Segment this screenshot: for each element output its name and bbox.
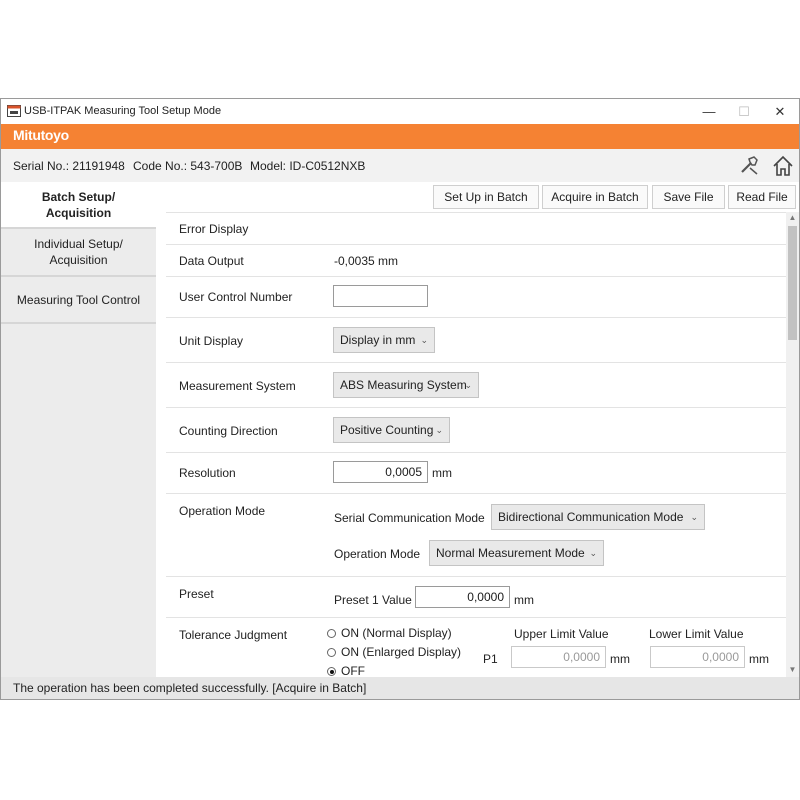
operation-mode-select[interactable]: Normal Measurement Mode ⌄ [429, 540, 604, 566]
read-file-button[interactable]: Read File [728, 185, 796, 209]
app-icon [7, 105, 21, 117]
operation-mode-row: Operation Mode Serial Communication Mode… [166, 493, 786, 577]
operation-mode-value: Normal Measurement Mode [436, 546, 585, 560]
sidebar-item-label: Acquisition [45, 205, 112, 220]
lower-limit-unit: mm [749, 652, 769, 666]
tolerance-option-label: ON (Normal Display) [341, 626, 452, 640]
window-title: USB-ITPAK Measuring Tool Setup Mode [24, 105, 222, 117]
brand-bar: Mitutoyo [1, 124, 799, 149]
user-control-number-row: User Control Number [166, 276, 786, 318]
set-up-in-batch-button[interactable]: Set Up in Batch [433, 185, 539, 209]
device-info-bar: Serial No.: 21191948 Code No.: 543-700B … [1, 149, 799, 182]
operation-mode-sub-label: Operation Mode [334, 547, 421, 561]
unit-display-value: Display in mm [340, 333, 416, 347]
upper-limit-input[interactable]: 0,0000 [511, 646, 606, 668]
unit-display-label: Unit Display [179, 334, 244, 348]
p1-label: P1 [483, 652, 498, 666]
sidebar-item-label: Batch Setup/ [41, 189, 116, 204]
sidebar-item-measuring-tool-control[interactable]: Measuring Tool Control [1, 277, 156, 324]
title-bar: USB-ITPAK Measuring Tool Setup Mode — ☐ … [1, 99, 799, 124]
brand-logo: Mitutoyo [13, 127, 69, 143]
data-output-row: Data Output -0,0035 mm [166, 244, 786, 277]
chevron-down-icon: ⌄ [589, 548, 597, 558]
counting-direction-select[interactable]: Positive Counting ⌄ [333, 417, 450, 443]
operation-mode-label: Operation Mode [179, 504, 266, 518]
resolution-unit: mm [432, 466, 452, 480]
sidebar-item-batch-setup[interactable]: Batch Setup/ Acquisition [1, 182, 156, 229]
chevron-down-icon: ⌄ [690, 512, 698, 522]
unit-display-row: Unit Display Display in mm ⌄ [166, 317, 786, 363]
sidebar-item-label: Measuring Tool Control [16, 292, 141, 307]
model-number: Model: ID-C0512NXB [250, 159, 366, 173]
sidebar-item-individual-setup[interactable]: Individual Setup/ Acquisition [1, 229, 156, 277]
measurement-system-row: Measurement System ABS Measuring System … [166, 362, 786, 408]
code-number: Code No.: 543-700B [133, 159, 243, 173]
tolerance-option-label: OFF [341, 664, 365, 677]
tolerance-judgment-row: Tolerance Judgment ON (Normal Display) O… [166, 617, 786, 677]
settings-list: Error Display Data Output -0,0035 mm Use… [166, 212, 786, 677]
status-bar: The operation has been completed success… [1, 677, 799, 699]
maximize-button[interactable]: ☐ [729, 102, 759, 122]
tolerance-off-radio[interactable] [327, 667, 336, 676]
vertical-scrollbar[interactable]: ▲ ▼ [786, 212, 799, 677]
data-output-value: -0,0035 mm [334, 254, 399, 268]
user-control-number-label: User Control Number [179, 290, 293, 304]
counting-direction-label: Counting Direction [179, 424, 278, 438]
chevron-down-icon: ⌄ [464, 380, 472, 390]
measurement-system-value: ABS Measuring System [340, 378, 467, 392]
counting-direction-value: Positive Counting [340, 423, 434, 437]
resolution-row: Resolution 0,0005 mm [166, 452, 786, 494]
preset-row: Preset Preset 1 Value 0,0000 mm [166, 576, 786, 618]
tolerance-judgment-label: Tolerance Judgment [179, 628, 288, 642]
save-file-button[interactable]: Save File [652, 185, 725, 209]
scroll-up-icon[interactable]: ▲ [786, 213, 799, 222]
serial-communication-mode-label: Serial Communication Mode [334, 511, 485, 525]
resolution-input[interactable]: 0,0005 [333, 461, 428, 483]
serial-communication-mode-select[interactable]: Bidirectional Communication Mode ⌄ [491, 504, 705, 530]
unit-display-select[interactable]: Display in mm ⌄ [333, 327, 435, 353]
tolerance-on-normal-radio[interactable] [327, 629, 336, 638]
measurement-system-select[interactable]: ABS Measuring System ⌄ [333, 372, 479, 398]
preset1-unit: mm [514, 593, 534, 607]
serial-number: Serial No.: 21191948 [13, 159, 125, 173]
sidebar: Batch Setup/ Acquisition Individual Setu… [1, 182, 156, 677]
measurement-system-label: Measurement System [179, 379, 296, 393]
serial-communication-mode-value: Bidirectional Communication Mode [498, 510, 684, 524]
resolution-label: Resolution [179, 466, 236, 480]
user-control-number-input[interactable] [333, 285, 428, 307]
counting-direction-row: Counting Direction Positive Counting ⌄ [166, 407, 786, 453]
error-display-label: Error Display [179, 222, 249, 236]
minimize-button[interactable]: — [694, 102, 724, 122]
sidebar-item-label: Acquisition [49, 253, 108, 267]
scroll-down-icon[interactable]: ▼ [786, 665, 799, 674]
close-button[interactable]: ✕ [765, 102, 795, 122]
chevron-down-icon: ⌄ [435, 425, 443, 435]
tolerance-on-enlarged-radio[interactable] [327, 648, 336, 657]
tools-icon[interactable] [738, 154, 762, 178]
preset-label: Preset [179, 587, 214, 601]
scrollbar-thumb[interactable] [788, 226, 797, 340]
app-window: USB-ITPAK Measuring Tool Setup Mode — ☐ … [0, 98, 800, 700]
lower-limit-label: Lower Limit Value [649, 627, 744, 641]
upper-limit-label: Upper Limit Value [514, 627, 609, 641]
upper-limit-unit: mm [610, 652, 630, 666]
lower-limit-input[interactable]: 0,0000 [650, 646, 745, 668]
tolerance-option-label: ON (Enlarged Display) [341, 645, 462, 659]
preset1-label: Preset 1 Value [334, 593, 412, 607]
main-panel: Set Up in Batch Acquire in Batch Save Fi… [166, 182, 799, 677]
home-icon[interactable] [771, 154, 795, 178]
status-message: The operation has been completed success… [13, 681, 367, 695]
preset1-input[interactable]: 0,0000 [415, 586, 510, 608]
error-display-row: Error Display [166, 212, 786, 245]
data-output-label: Data Output [179, 254, 244, 268]
chevron-down-icon: ⌄ [420, 335, 428, 345]
sidebar-item-label: Individual Setup/ [34, 237, 123, 251]
acquire-in-batch-button[interactable]: Acquire in Batch [542, 185, 648, 209]
